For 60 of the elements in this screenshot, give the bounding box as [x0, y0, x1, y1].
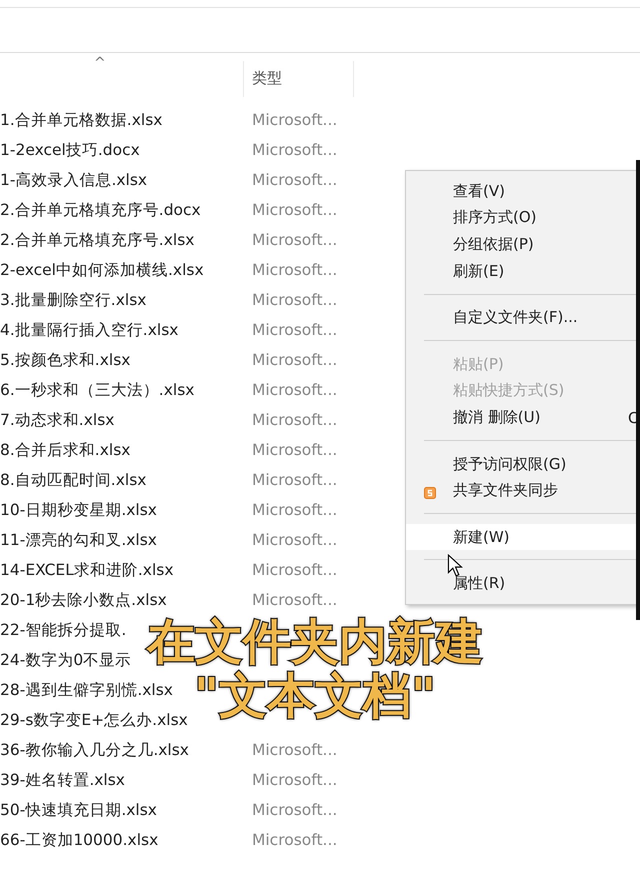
file-name[interactable]: 66-工资加10000.xlsx: [0, 830, 158, 850]
file-name[interactable]: 10-日期秒变星期.xlsx: [0, 500, 157, 520]
file-name[interactable]: 7.动态求和.xlsx: [0, 410, 114, 430]
file-type: Microsoft...: [252, 261, 338, 279]
file-name[interactable]: 36-教你输入几分之几.xlsx: [0, 740, 189, 760]
menu-item[interactable]: 共享文件夹同步: [406, 477, 640, 504]
video-caption: 在文件夹内新建: [147, 617, 483, 667]
file-name[interactable]: 6.一秒求和（三大法）.xlsx: [0, 380, 194, 400]
file-type: Microsoft...: [252, 831, 338, 849]
menu-item[interactable]: 排序方式(O): [406, 204, 640, 232]
file-name[interactable]: 4.批量隔行插入空行.xlsx: [0, 320, 178, 340]
menu-item[interactable]: 查看(V): [406, 178, 640, 205]
file-type: Microsoft...: [252, 201, 338, 219]
sync-app-icon: [424, 487, 436, 500]
file-name[interactable]: 1-2excel技巧.docx: [0, 140, 140, 160]
file-type: Microsoft...: [252, 171, 338, 189]
file-type: Microsoft...: [252, 321, 338, 339]
column-header[interactable]: 类型: [243, 61, 354, 97]
file-name[interactable]: 8.自动匹配时间.xlsx: [0, 470, 146, 490]
mouse-pointer-icon: [447, 554, 463, 578]
file-name[interactable]: 29-s数字变E+怎么办.xlsx: [0, 710, 188, 730]
file-type: Microsoft...: [252, 741, 338, 759]
file-name[interactable]: 3.批量删除空行.xlsx: [0, 290, 146, 310]
file-name[interactable]: 11-漂亮的勾和叉.xlsx: [0, 530, 157, 550]
file-name[interactable]: 2.合并单元格填充序号.docx: [0, 200, 201, 220]
file-type: Microsoft...: [252, 141, 338, 159]
file-type: Microsoft...: [252, 531, 338, 549]
file-type: Microsoft...: [252, 291, 338, 309]
file-type: Microsoft...: [252, 471, 338, 489]
menu-item[interactable]: 刷新(E): [406, 258, 640, 285]
file-type: Microsoft...: [252, 111, 338, 129]
file-name[interactable]: 14-EXCEL求和进阶.xlsx: [0, 560, 174, 580]
menu-item[interactable]: 属性(R): [406, 570, 640, 597]
menu-item[interactable]: 分组依据(P): [406, 231, 640, 258]
file-name[interactable]: 28-遇到生僻字别慌.xlsx: [0, 680, 173, 700]
file-type: Microsoft...: [252, 591, 338, 609]
file-name[interactable]: 39-姓名转置.xlsx: [0, 770, 125, 790]
sort-indicator[interactable]: ^: [94, 55, 106, 71]
file-type: Microsoft...: [252, 801, 338, 819]
file-name[interactable]: 20-1秒去除小数点.xlsx: [0, 590, 167, 610]
file-type: Microsoft...: [252, 771, 338, 789]
file-type: Microsoft...: [252, 381, 338, 399]
file-name[interactable]: 8.合并后求和.xlsx: [0, 440, 130, 460]
file-name[interactable]: 1.合并单元格数据.xlsx: [0, 110, 162, 130]
file-type: Microsoft...: [252, 351, 338, 369]
menu-item[interactable]: 授予访问权限(G): [406, 450, 640, 478]
file-type: Microsoft...: [252, 441, 338, 459]
menu-item[interactable]: 自定义文件夹(F)...: [406, 304, 640, 332]
video-caption: "文本文档": [194, 671, 436, 721]
file-name[interactable]: 50-快速填充日期.xlsx: [0, 800, 157, 820]
file-type: Microsoft...: [252, 561, 338, 579]
file-name[interactable]: 2.合并单元格填充序号.xlsx: [0, 230, 194, 250]
file-name[interactable]: 2-excel中如何添加横线.xlsx: [0, 260, 204, 280]
file-name[interactable]: 24-数字为0不显示: [0, 650, 132, 670]
file-type: Microsoft...: [252, 231, 338, 249]
file-name[interactable]: 1-高效录入信息.xlsx: [0, 170, 148, 190]
file-name[interactable]: 5.按颜色求和.xlsx: [0, 350, 130, 370]
file-type: Microsoft...: [252, 501, 338, 519]
file-name[interactable]: 22-智能拆分提取.: [0, 620, 126, 640]
file-type: Microsoft...: [252, 411, 338, 429]
